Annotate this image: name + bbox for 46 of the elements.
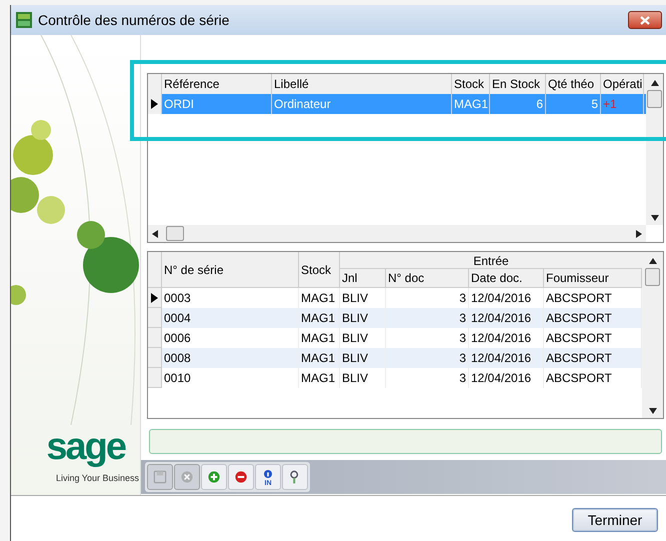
toolbar-button[interactable] [228, 464, 254, 490]
table-cell: Ordinateur [272, 94, 452, 114]
table-cell: 3 [386, 368, 469, 388]
toolbar-button[interactable] [282, 464, 308, 490]
vertical-scrollbar[interactable] [646, 74, 663, 225]
terminer-button[interactable]: Terminer [572, 508, 658, 532]
column-header[interactable]: Stock [299, 252, 340, 287]
table-cell: 12/04/2016 [469, 368, 544, 388]
row-selector[interactable] [148, 288, 162, 308]
column-group-header: Entrée [340, 252, 642, 269]
column-header[interactable]: N° doc [386, 269, 469, 287]
toolbar-button[interactable] [201, 464, 227, 490]
table-cell: MAG1 [299, 368, 340, 388]
row-pointer-icon [151, 99, 158, 109]
table-cell: 0010 [162, 368, 299, 388]
scroll-down-icon [648, 408, 656, 414]
app-icon [16, 12, 32, 28]
column-header[interactable]: Jnl [340, 269, 386, 287]
sage-logo: sage [46, 428, 125, 466]
add-icon [206, 469, 222, 485]
scroll-left-icon [152, 230, 158, 238]
save-icon [152, 469, 168, 485]
scroll-thumb[interactable] [645, 268, 660, 286]
column-header[interactable]: N° de série [162, 252, 299, 287]
scroll-up-icon [648, 258, 656, 264]
table-cell: ORDI [162, 94, 272, 114]
close-button[interactable] [628, 11, 662, 29]
table-cell: +1 [601, 94, 644, 114]
vertical-scrollbar[interactable] [642, 252, 663, 418]
scroll-down-icon [650, 215, 658, 221]
close-icon [640, 16, 650, 24]
cancel-icon [179, 469, 195, 485]
table-cell: MAG1 [452, 94, 490, 114]
row-pointer-icon [151, 292, 158, 302]
table-cell: 5 [546, 94, 601, 114]
window-title: Contrôle des numéros de série [38, 10, 230, 30]
horizontal-scrollbar[interactable] [148, 225, 646, 242]
scroll-thumb[interactable] [647, 90, 662, 108]
scroll-thumb[interactable] [166, 226, 184, 241]
scroll-right-icon [636, 230, 642, 238]
table-cell: BLIV [340, 368, 386, 388]
logo-tagline: Living Your Business [56, 472, 139, 485]
scroll-up-icon [650, 80, 658, 86]
column-header[interactable]: Date doc. [469, 269, 544, 287]
remove-icon [233, 469, 249, 485]
table-cell: 6 [490, 94, 546, 114]
